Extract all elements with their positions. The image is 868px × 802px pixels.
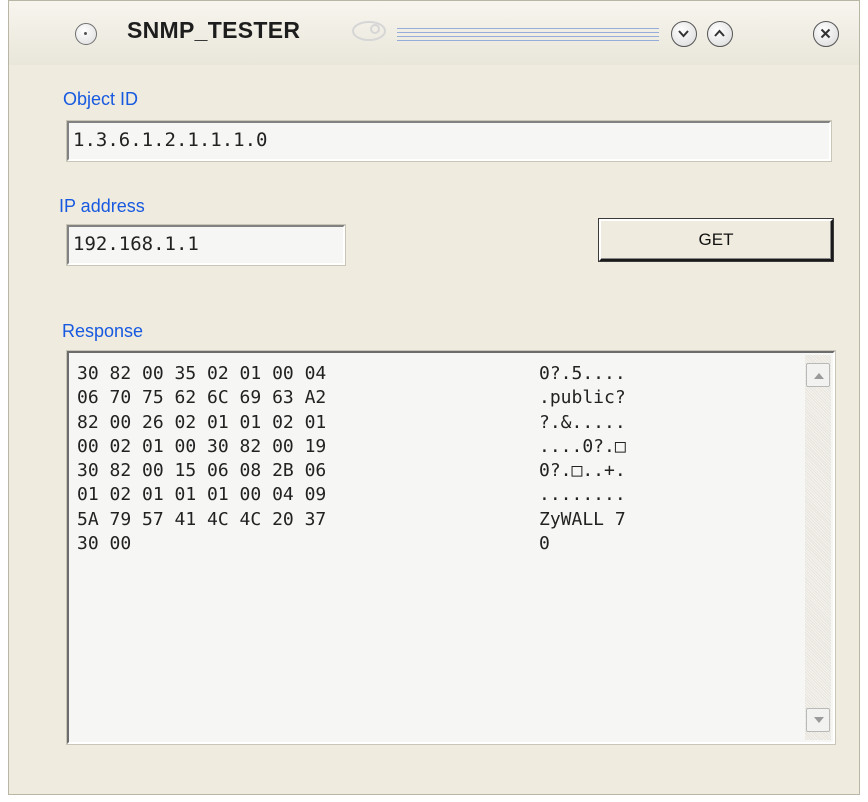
window-menu-icon[interactable] [75, 23, 97, 45]
response-hex: 06 70 75 62 6C 69 63 A2 [77, 387, 327, 409]
scroll-up-arrow-icon[interactable] [806, 363, 830, 387]
response-hex: 01 02 01 01 01 00 04 09 [77, 484, 327, 506]
response-ascii: ZyWALL 7 [539, 508, 626, 530]
title-bar[interactable]: SNMP_TESTER [9, 1, 859, 65]
ip-address-label: IP address [59, 196, 145, 216]
get-button[interactable]: GET [599, 219, 833, 261]
response-ascii: .public? [539, 387, 626, 409]
response-label: Response [62, 321, 144, 341]
response-hex: 5A 79 57 41 4C 4C 20 37 [77, 508, 327, 530]
response-hex: 30 00 [77, 533, 132, 555]
response-ascii: ....0?.□ [539, 435, 626, 457]
response-hex: 00 02 01 00 30 82 00 19 [77, 435, 327, 457]
response-lines: 30 82 00 35 02 01 00 04 0?.5.... 06 70 75… [77, 362, 626, 556]
maximize-icon [714, 29, 725, 37]
response-scrollbar[interactable] [805, 355, 831, 740]
title-grip [397, 28, 659, 42]
response-row: 01 02 01 01 01 00 04 09........ [77, 483, 626, 507]
response-row: 5A 79 57 41 4C 4C 20 37 ZyWALL 7 [77, 508, 626, 532]
response-hex: 30 82 00 15 06 08 2B 06 [77, 460, 327, 482]
object-id-input[interactable]: 1.3.6.1.2.1.1.1.0 [67, 121, 831, 161]
response-hex: 30 82 00 35 02 01 00 04 [77, 363, 327, 384]
snmp-tester-window: SNMP_TESTER Object ID 1.3.6.1.2.1.1.1.0 … [8, 0, 860, 795]
response-row: 30 82 00 35 02 01 00 04 0?.5.... [77, 362, 626, 386]
response-ascii: ........ [539, 484, 626, 506]
scroll-down-arrow-icon[interactable] [806, 708, 830, 732]
close-icon [820, 28, 831, 39]
response-row: 82 00 26 02 01 01 02 01 ?.&..... [77, 411, 626, 435]
close-button[interactable] [813, 21, 839, 47]
logo-icon [352, 21, 386, 41]
response-row: 06 70 75 62 6C 69 63 A2 .public? [77, 386, 626, 410]
response-ascii: 0 [539, 533, 550, 555]
minimize-icon [678, 30, 689, 38]
response-hex: 82 00 26 02 01 01 02 01 [77, 411, 327, 433]
window-title: SNMP_TESTER [127, 17, 301, 43]
object-id-label: Object ID [63, 89, 139, 109]
response-textarea[interactable]: 30 82 00 35 02 01 00 04 0?.5.... 06 70 75… [67, 351, 835, 744]
maximize-button[interactable] [707, 21, 733, 47]
response-ascii: 0?.□..+. [539, 460, 626, 482]
minimize-button[interactable] [671, 21, 697, 47]
response-ascii: 0?.5.... [539, 363, 626, 384]
response-ascii: ?.&..... [539, 411, 626, 433]
response-row: 30 82 00 15 06 08 2B 06 0?.□..+. [77, 459, 626, 483]
response-row: 30 00 0 [77, 532, 626, 556]
ip-address-input[interactable]: 192.168.1.1 [67, 225, 345, 265]
response-row: 00 02 01 00 30 82 00 19 ....0?.□ [77, 435, 626, 459]
